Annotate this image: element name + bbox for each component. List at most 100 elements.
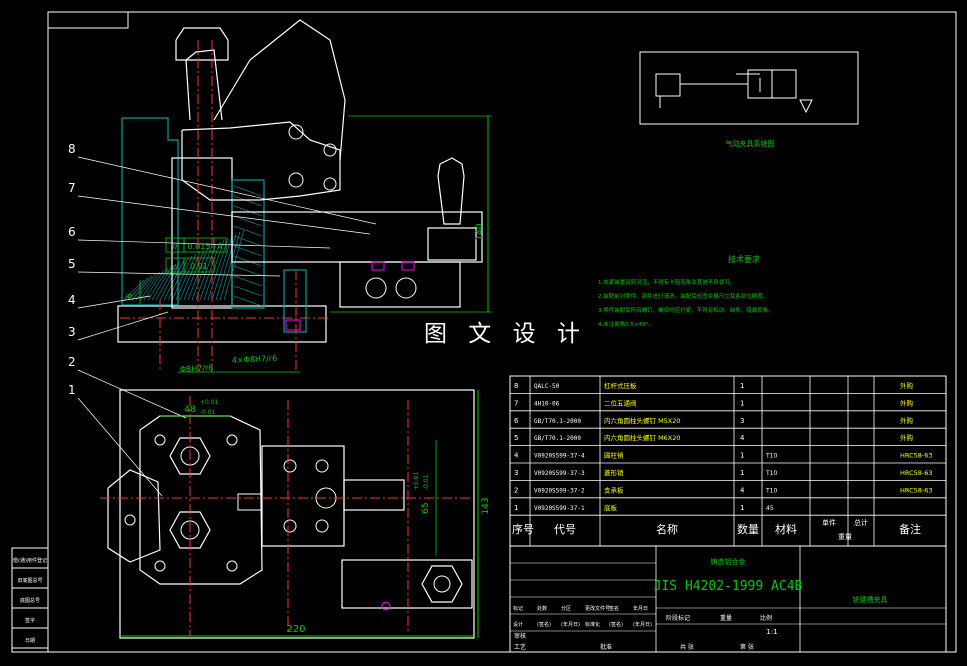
- bom-material: T10: [765, 453, 777, 460]
- valve-port-1: [365, 277, 387, 299]
- dim-65-tol-upper: +0.01: [413, 471, 420, 490]
- tolerance-symbol: //: [172, 242, 178, 251]
- tech-req-title: 技术要求: [728, 254, 760, 264]
- bom-name: 内六角圆柱头螺钉 M6X20: [604, 433, 681, 442]
- bom-qty: 4: [740, 486, 745, 494]
- bom-header-unit: 单件: [822, 518, 836, 527]
- valve-handle: [437, 157, 465, 225]
- bom-header-weight: 重量: [838, 533, 852, 541]
- title-review: 审核: [514, 632, 526, 640]
- balloon-7: 7: [68, 181, 76, 195]
- left-strip-label: 签字: [25, 617, 35, 624]
- dim-220-text: 220: [286, 624, 305, 635]
- bom-remark: 外购: [900, 416, 914, 425]
- pneumatic-frame: [639, 51, 859, 125]
- title-sheets: 共 张: [680, 643, 694, 651]
- top-valve-stem: [343, 479, 405, 511]
- bom-table: [509, 375, 947, 547]
- cylinder-body: [655, 73, 681, 97]
- front-body-left: [121, 117, 179, 306]
- bom-name: 支承板: [604, 485, 624, 494]
- marker-2: [401, 261, 415, 271]
- front-base-plate: [117, 305, 327, 343]
- link-block: [237, 493, 263, 511]
- balloon-leader: [77, 369, 187, 419]
- watermark-text: 图 文 设 计: [424, 318, 580, 350]
- front-pin: [283, 269, 307, 333]
- bom-header-name: 名称: [656, 522, 678, 536]
- bom-name: 底板: [604, 503, 618, 512]
- hatch-line: [233, 275, 263, 287]
- exhaust-triangle: [799, 99, 813, 114]
- title-stage: 阶段标记: [666, 614, 690, 622]
- tech-req-item: 2.装配前对零件、部件进行清洗，装配后检查合格尺寸及各部位精度。: [598, 292, 768, 300]
- hatch-line: [233, 205, 263, 217]
- bom-remark: HRC58-63: [900, 486, 933, 494]
- bom-material: T10: [765, 487, 777, 494]
- top-clamp-jaw: [107, 469, 161, 563]
- corner-label-box: [47, 11, 129, 29]
- dim-143-text: 143: [481, 497, 491, 514]
- title-process: 工艺: [514, 643, 526, 651]
- title-material-spec: JIS H4202-1999 AC4B: [654, 579, 803, 594]
- title-sheet: 第 张: [740, 643, 754, 651]
- bom-remark: 外购: [900, 433, 914, 442]
- balloon-leader: [77, 156, 377, 225]
- bom-qty: 1: [740, 504, 744, 512]
- bom-no: 1: [514, 504, 518, 512]
- bom-code: V0920S599-37-3: [534, 470, 585, 477]
- bom-remark: 外购: [900, 398, 914, 407]
- hatch-line: [233, 285, 263, 297]
- bom-no: 6: [514, 417, 519, 425]
- hatch-line: [233, 215, 263, 227]
- hatch-line: [233, 255, 263, 267]
- hatch-line: [233, 235, 263, 247]
- bom-code: 4H10-06: [534, 400, 560, 407]
- valve-block: [339, 261, 461, 308]
- balloon-8: 8: [68, 142, 76, 156]
- bom-name: 菱形销: [604, 468, 624, 477]
- balloon-3: 3: [68, 325, 76, 339]
- bom-material: T10: [765, 470, 777, 477]
- title-designer-cell: (年月日): [633, 621, 652, 628]
- bom-code: GB/T70.1-2000: [534, 435, 581, 442]
- valve-screw: [283, 459, 297, 473]
- marker-magenta: [381, 601, 391, 611]
- bom-header-remark: 备注: [899, 522, 921, 536]
- bom-code: QALC-50: [534, 383, 560, 390]
- bom-no: 5: [514, 434, 518, 442]
- bom-qty: 1: [740, 382, 744, 390]
- dim-140-text: 140: [475, 223, 485, 240]
- bom-code: V0920S599-37-1: [534, 505, 585, 512]
- valve-screw: [315, 459, 329, 473]
- title-weight: 重量: [720, 614, 732, 622]
- left-strip-label: 旧底图总号: [17, 577, 42, 584]
- drawing-text-layer: 借(通)用件登记旧底图总号底图总号签字日期 140 6 4×Φ8H7/r6 Φ8H7/r…: [13, 139, 932, 651]
- left-strip-label: 底图总号: [20, 597, 40, 604]
- bolt-hole: [226, 434, 238, 446]
- balloon-5: 5: [68, 257, 76, 271]
- tolerance-value: 0.01: [190, 262, 208, 271]
- title-drawing-name: 铣键槽夹具: [853, 595, 888, 604]
- bom-remark: HRC58-63: [900, 452, 933, 460]
- fit-2-text: Φ8H7/r6: [180, 363, 214, 374]
- title-row-label: 处数: [537, 605, 547, 612]
- left-strip-label: 借(通)用件登记: [13, 557, 47, 564]
- bom-name: 圆柱销: [604, 451, 624, 460]
- title-row-label: 标记: [513, 605, 523, 612]
- bom-qty: 1: [740, 452, 744, 460]
- balloon-leader: [77, 311, 169, 341]
- dim-6-text: 6: [125, 293, 134, 298]
- title-scale: 1:1: [766, 628, 777, 636]
- bom-qty: 1: [740, 469, 744, 477]
- hatch-line: [233, 265, 263, 277]
- valve-screw: [315, 519, 329, 533]
- tech-req-item: 4.未注倒角0.5×45°。: [598, 320, 654, 328]
- dim-48-text: 48: [184, 405, 196, 415]
- title-material-label: 铸造铝合金: [711, 557, 746, 566]
- hatch-line: [233, 225, 263, 237]
- bom-name: 内六角圆柱头螺钉 M5X20: [604, 416, 681, 425]
- clamp-arm: [181, 121, 341, 201]
- bom-no: 7: [514, 399, 518, 407]
- bom-code: V0920S599-37-4: [534, 453, 585, 460]
